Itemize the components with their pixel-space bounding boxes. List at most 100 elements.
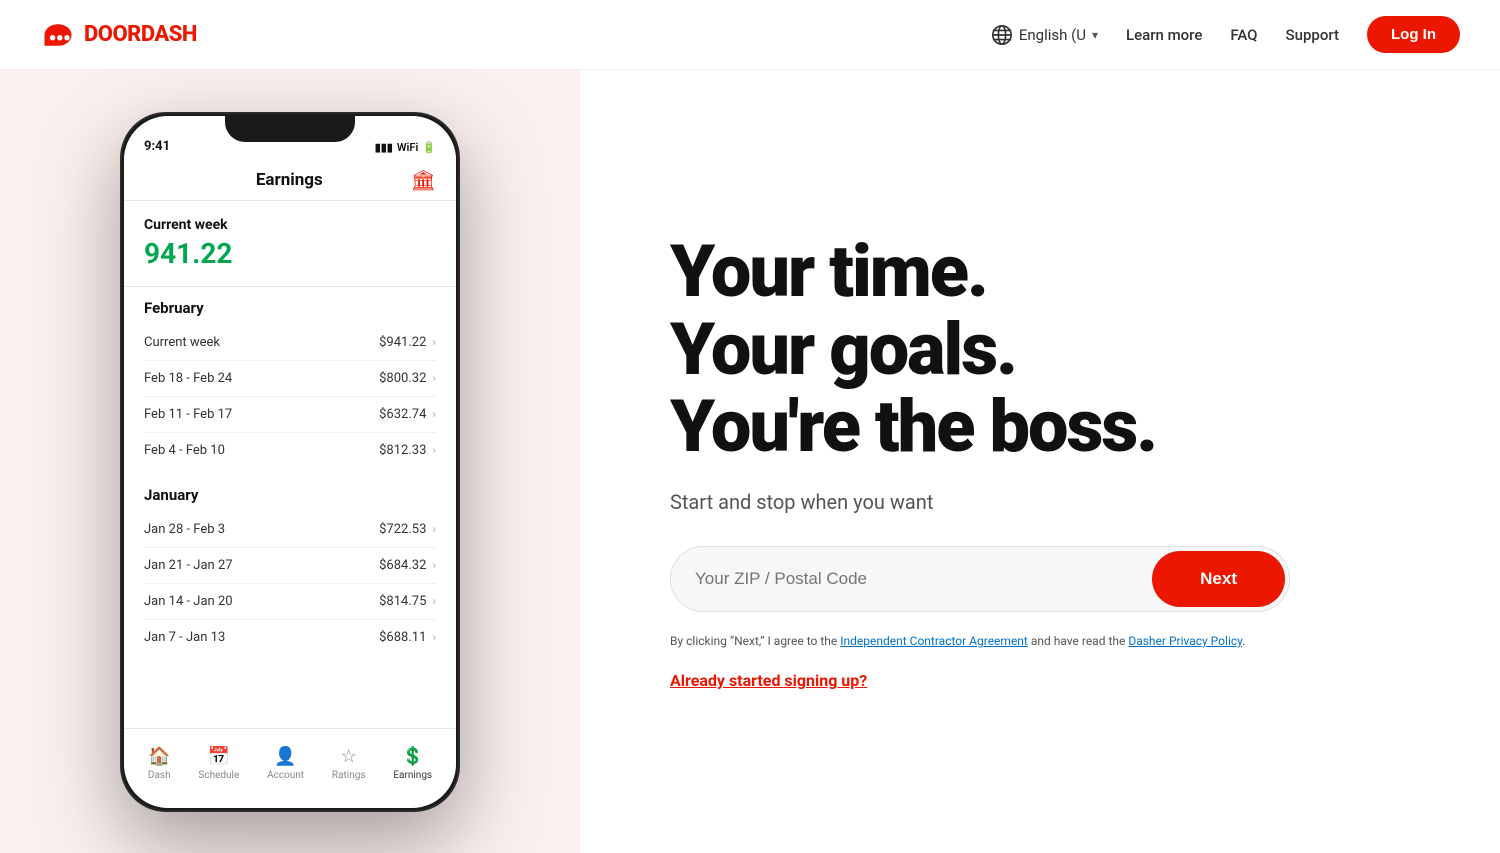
table-row[interactable]: Current week $941.22 › [144,325,436,361]
hero-heading: Your time. Your goals. You're the boss. [670,233,1420,466]
bottom-nav: 🏠 Dash 📅 Schedule 👤 Account ☆ Ratings [124,728,456,808]
already-started-link[interactable]: Already started signing up? [670,671,1420,690]
table-row[interactable]: Feb 4 - Feb 10 $812.33 › [144,433,436,468]
right-panel: Your time. Your goals. You're the boss. … [580,70,1500,853]
chevron-down-icon: ▾ [1092,28,1098,42]
chevron-right-icon: › [432,335,436,349]
february-section: February Current week $941.22 › Feb 18 -… [124,287,456,474]
next-button[interactable]: Next [1152,551,1285,607]
nav-item-label: Schedule [198,770,239,781]
legal-middle: and have read the [1028,634,1128,648]
week-amount-row: $941.22 › [379,335,436,350]
nav-item-label: Ratings [332,770,366,781]
logo-area: DOORDASH [40,21,197,49]
logo-text: DOORDASH [84,22,197,47]
hero-line1: Your time. [670,229,987,314]
battery-icon: 🔋 [422,141,436,154]
bank-icon[interactable]: 🏛 [411,168,436,192]
phone-screen: 9:41 ▮▮▮ WiFi 🔋 Earnings 🏛 Current week [124,116,456,808]
january-label: January [144,486,436,504]
phone-notch [225,114,355,142]
nav-item-dash[interactable]: 🏠 Dash [148,746,171,781]
current-week-label: Current week [144,217,436,233]
schedule-nav-icon: 📅 [208,746,230,767]
week-amount: $722.53 [379,522,426,537]
phone-time: 9:41 [144,139,170,154]
left-panel: 9:41 ▮▮▮ WiFi 🔋 Earnings 🏛 Current week [0,70,580,853]
login-button[interactable]: Log In [1367,16,1460,53]
earnings-nav-icon: 💲 [402,746,424,767]
table-row[interactable]: Feb 18 - Feb 24 $800.32 › [144,361,436,397]
table-row[interactable]: Jan 21 - Jan 27 $684.32 › [144,548,436,584]
nav-item-schedule[interactable]: 📅 Schedule [198,746,239,781]
earnings-section: Current week 941.22 [124,201,456,287]
faq-link[interactable]: FAQ [1230,26,1257,44]
contractor-agreement-link[interactable]: Independent Contractor Agreement [840,634,1028,648]
week-amount: $814.75 [379,594,426,609]
support-link[interactable]: Support [1286,26,1339,44]
table-row[interactable]: Feb 11 - Feb 17 $632.74 › [144,397,436,433]
language-label: English (U [1019,26,1086,44]
february-label: February [144,299,436,317]
week-amount-row: $632.74 › [379,407,436,422]
header: DOORDASH English (U ▾ Learn more FAQ Sup… [0,0,1500,70]
week-label: Jan 7 - Jan 13 [144,630,225,645]
chevron-right-icon: › [432,558,436,572]
phone-mockup: 9:41 ▮▮▮ WiFi 🔋 Earnings 🏛 Current week [120,112,460,812]
learn-more-link[interactable]: Learn more [1126,26,1202,44]
table-row[interactable]: Jan 28 - Feb 3 $722.53 › [144,512,436,548]
earnings-list: February Current week $941.22 › Feb 18 -… [124,287,456,779]
week-label: Jan 28 - Feb 3 [144,522,225,537]
nav-item-label: Dash [148,770,171,781]
table-row[interactable]: Jan 7 - Jan 13 $688.11 › [144,620,436,655]
zip-input[interactable] [671,547,1148,611]
signal-icon: ▮▮▮ [375,141,393,154]
week-amount-row: $800.32 › [379,371,436,386]
week-label: Current week [144,335,220,350]
nav-item-account[interactable]: 👤 Account [267,746,304,781]
legal-text: By clicking “Next,” I agree to the Indep… [670,632,1250,651]
nav-item-ratings[interactable]: ☆ Ratings [332,746,366,781]
privacy-policy-link[interactable]: Dasher Privacy Policy [1128,634,1242,648]
hero-line2: Your goals. [670,307,1016,392]
january-section: January Jan 28 - Feb 3 $722.53 › Jan 21 … [124,474,456,661]
globe-icon [991,24,1013,46]
app-screen-title: Earnings [256,170,323,190]
chevron-right-icon: › [432,630,436,644]
week-label: Feb 11 - Feb 17 [144,407,232,422]
week-amount: $632.74 [379,407,426,422]
week-amount: $812.33 [379,443,426,458]
nav-item-earnings[interactable]: 💲 Earnings [393,746,432,781]
nav-area: English (U ▾ Learn more FAQ Support Log … [991,16,1460,53]
hero-subtitle: Start and stop when you want [670,490,1420,514]
chevron-right-icon: › [432,407,436,421]
week-label: Jan 14 - Jan 20 [144,594,233,609]
nav-item-label: Account [267,770,304,781]
dash-nav-icon: 🏠 [148,746,170,767]
week-amount-row: $684.32 › [379,558,436,573]
chevron-right-icon: › [432,522,436,536]
doordash-logo-icon [40,21,76,49]
chevron-right-icon: › [432,594,436,608]
language-selector[interactable]: English (U ▾ [991,24,1098,46]
app-header: Earnings 🏛 [124,160,456,201]
week-amount: $941.22 [379,335,426,350]
signup-form: Next [670,546,1290,612]
week-amount-row: $722.53 › [379,522,436,537]
week-amount-row: $814.75 › [379,594,436,609]
week-amount: $688.11 [379,630,426,645]
table-row[interactable]: Jan 14 - Jan 20 $814.75 › [144,584,436,620]
wifi-icon: WiFi [397,141,418,154]
week-label: Jan 21 - Jan 27 [144,558,233,573]
hero-line3: You're the boss. [670,384,1156,469]
legal-prefix: By clicking “Next,” I agree to the [670,634,840,648]
week-amount: $684.32 [379,558,426,573]
week-label: Feb 18 - Feb 24 [144,371,232,386]
nav-item-label: Earnings [393,770,432,781]
main-content: 9:41 ▮▮▮ WiFi 🔋 Earnings 🏛 Current week [0,70,1500,853]
account-nav-icon: 👤 [274,746,296,767]
legal-suffix: . [1242,634,1245,648]
current-week-amount: 941.22 [144,237,436,270]
chevron-right-icon: › [432,371,436,385]
week-amount-row: $812.33 › [379,443,436,458]
